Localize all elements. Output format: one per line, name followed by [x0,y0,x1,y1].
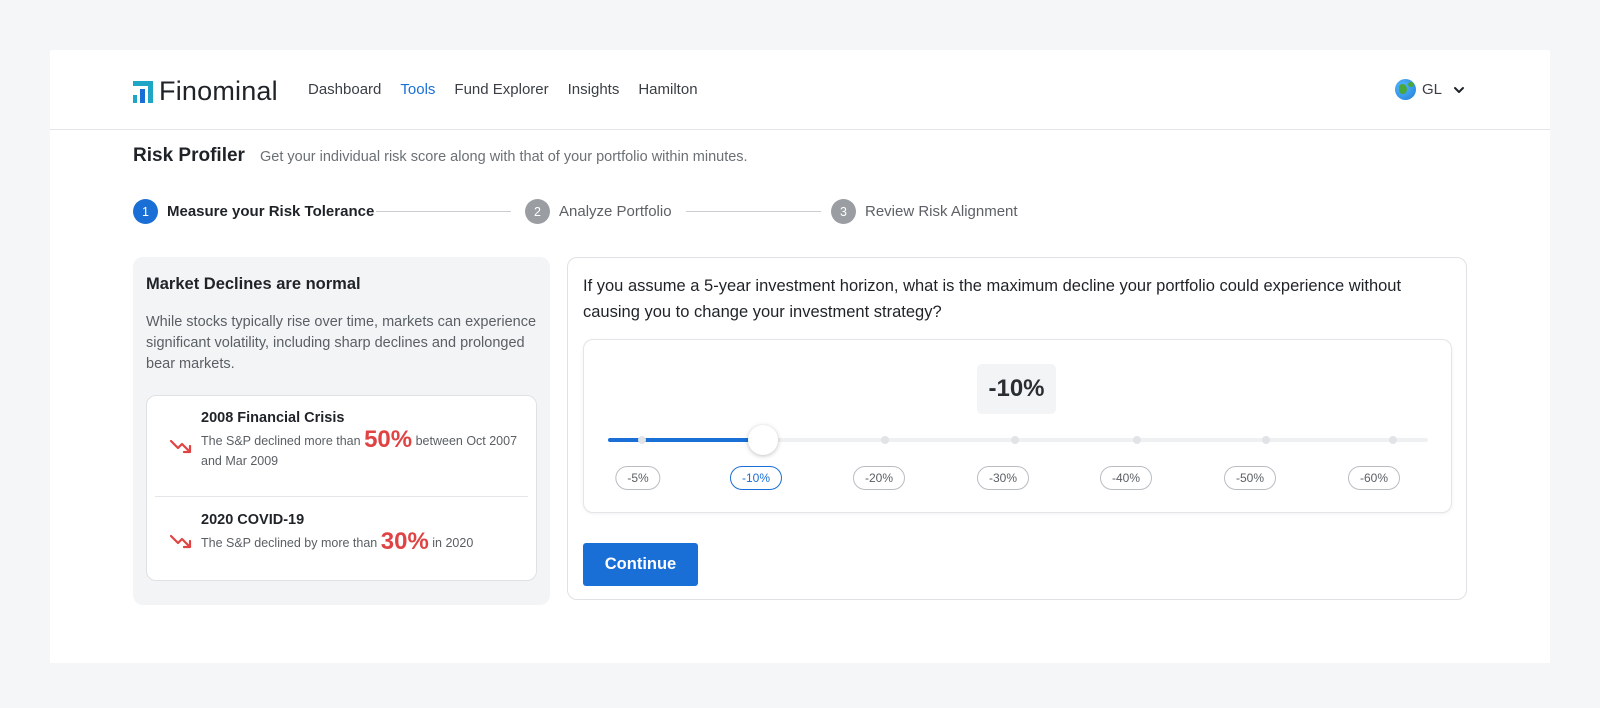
page-title: Risk Profiler [133,145,245,166]
crisis-text-pre: The S&P declined more than [201,434,365,448]
nav-item-fund-explorer[interactable]: Fund Explorer [454,81,548,98]
slider-stop[interactable] [881,436,890,444]
slider-option[interactable]: -60% [1347,466,1401,490]
region-label: GL [1421,81,1442,98]
decline-slider-panel: -10% -5% -10% -20% -30% -40% -50% -60% [583,339,1452,513]
nav-item-tools[interactable]: Tools [400,81,435,98]
trending-down-icon [169,439,192,454]
crisis-list: 2008 Financial Crisis The S&P declined m… [146,395,537,581]
slider-option[interactable]: -50% [1223,466,1277,490]
step-number: 1 [133,199,158,224]
crisis-text-post: in 2020 [428,536,474,550]
trending-down-icon [169,534,192,549]
info-title: Market Declines are normal [146,275,361,293]
info-body: While stocks typically rise over time, m… [146,314,537,372]
slider-option[interactable]: -20% [852,466,906,490]
nav-item-dashboard[interactable]: Dashboard [308,81,381,98]
main-nav: Dashboard Tools Fund Explorer Insights H… [308,81,698,98]
crisis-name: 2020 COVID-19 [201,512,305,528]
app-frame: Finominal Dashboard Tools Fund Explorer … [50,50,1550,663]
slider-track-fill [608,438,763,442]
slider-thumb[interactable] [747,425,778,455]
nav-item-hamilton[interactable]: Hamilton [638,81,697,98]
market-declines-info-card: Market Declines are normal While stocks … [133,257,550,605]
step-number: 3 [831,199,856,224]
crisis-item: 2008 Financial Crisis The S&P declined m… [155,396,528,497]
decline-value: 30% [380,528,429,555]
nav-item-insights[interactable]: Insights [568,81,620,98]
step-label: Analyze Portfolio [559,203,672,220]
slider-stop[interactable] [1132,436,1141,444]
crisis-description: The S&P declined more than 50% between O… [201,428,528,471]
decline-value: 50% [364,426,413,453]
chevron-down-icon [1454,86,1464,93]
slider-option[interactable]: -10% [729,466,783,490]
crisis-description: The S&P declined by more than 30% in 202… [201,530,528,554]
step-number: 2 [525,199,550,224]
step-measure-risk-tolerance[interactable]: 1 Measure your Risk Tolerance [133,199,374,224]
step-analyze-portfolio[interactable]: 2 Analyze Portfolio [525,199,672,224]
region-selector[interactable]: GL [1394,79,1466,100]
slider-option[interactable]: -30% [976,466,1030,490]
crisis-text-pre: The S&P declined by more than [201,536,381,550]
step-connector [376,211,511,212]
continue-button[interactable]: Continue [583,543,698,586]
step-label: Measure your Risk Tolerance [167,203,375,220]
logo[interactable]: Finominal [133,76,278,107]
selected-value-display: -10% [977,364,1056,414]
logo-text: Finominal [159,76,278,106]
slider-stop[interactable] [637,436,646,444]
logo-icon [133,80,153,103]
slider-stop[interactable] [1010,436,1019,444]
question-card: If you assume a 5-year investment horizo… [567,257,1467,600]
step-connector [686,211,821,212]
crisis-name: 2008 Financial Crisis [201,410,345,426]
slider-stop[interactable] [1388,436,1397,444]
progress-stepper: 1 Measure your Risk Tolerance 2 Analyze … [133,199,1033,225]
slider-option[interactable]: -5% [615,466,661,490]
step-review-risk-alignment[interactable]: 3 Review Risk Alignment [831,199,1018,224]
top-navigation-bar: Finominal Dashboard Tools Fund Explorer … [50,50,1550,130]
step-label: Review Risk Alignment [865,203,1018,220]
slider-stop[interactable] [1262,436,1271,444]
slider-option[interactable]: -40% [1099,466,1153,490]
crisis-item: 2020 COVID-19 The S&P declined by more t… [155,497,528,582]
question-text: If you assume a 5-year investment horizo… [583,277,1402,321]
globe-icon [1394,79,1416,100]
slider-track[interactable] [608,425,1428,455]
page-subtitle: Get your individual risk score along wit… [260,149,748,165]
